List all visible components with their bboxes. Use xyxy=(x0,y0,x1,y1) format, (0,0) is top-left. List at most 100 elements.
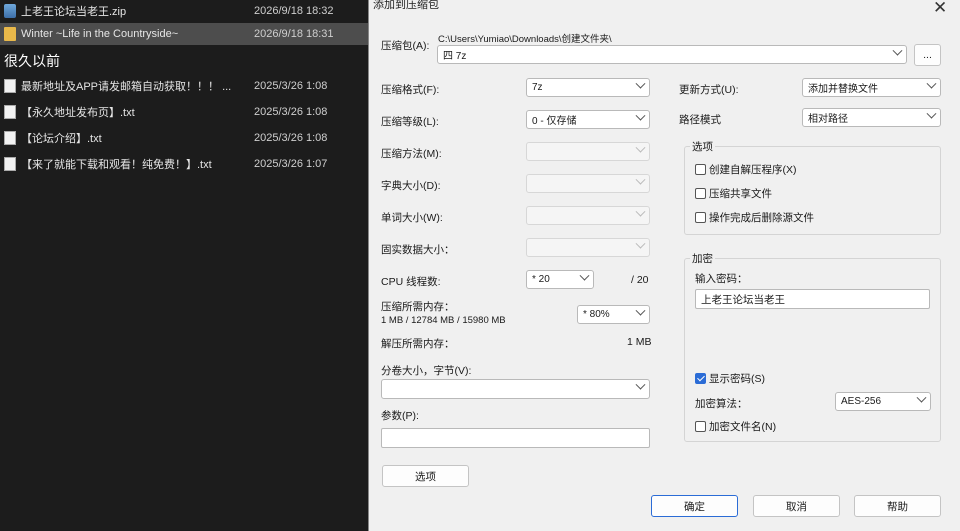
encrypt-names-checkbox[interactable]: 加密文件名(N) xyxy=(695,419,776,434)
sfx-checkbox[interactable]: 创建自解压程序(X) xyxy=(695,162,797,177)
dialog-title: 添加到压缩包 xyxy=(373,0,439,11)
chevron-down-icon xyxy=(635,207,646,217)
chevron-down-icon xyxy=(579,271,590,281)
show-password-checkbox[interactable]: 显示密码(S) xyxy=(695,371,765,386)
enc-method-value: AES-256 xyxy=(841,396,882,407)
options-group-title: 选项 xyxy=(690,139,715,154)
memcomp-value: * 80% xyxy=(583,309,610,320)
archive-label: 压缩包(A): xyxy=(381,40,430,52)
memcomp-detail: 1 MB / 12784 MB / 15980 MB xyxy=(381,315,506,326)
chevron-down-icon xyxy=(635,306,646,316)
encryption-group-title: 加密 xyxy=(690,251,715,266)
params-input[interactable] xyxy=(381,428,650,448)
file-row[interactable]: 上老王论坛当老王.zip 2026/9/18 18:32 xyxy=(0,0,370,22)
file-date: 2025/3/26 1:07 xyxy=(254,158,328,170)
chevron-down-icon xyxy=(635,79,646,89)
encrypt-names-label: 加密文件名(N) xyxy=(709,421,777,433)
archive-path: C:\Users\Yumiao\Downloads\创建文件夹\ xyxy=(438,34,612,45)
file-row[interactable]: 【来了就能下载和观看！纯免费！】.txt 2025/3/26 1:07 xyxy=(0,153,370,175)
chevron-down-icon xyxy=(635,380,646,390)
delete-after-label: 操作完成后删除源文件 xyxy=(709,212,814,224)
ok-button[interactable]: 确定 xyxy=(651,495,738,517)
chevron-down-icon xyxy=(635,111,646,121)
file-name: 【永久地址发布页】.txt xyxy=(21,107,135,119)
archive-name-combo[interactable]: 四 7z xyxy=(437,45,907,64)
file-date: 2026/9/18 18:31 xyxy=(254,28,334,40)
threads-total: / 20 xyxy=(631,274,649,286)
text-file-icon xyxy=(4,79,16,93)
update-select[interactable]: 添加并替换文件 xyxy=(802,78,941,97)
enc-method-label: 加密算法： xyxy=(695,398,748,410)
file-row[interactable]: 最新地址及APP请发邮箱自动获取！！！ ... 2025/3/26 1:08 xyxy=(0,75,370,97)
level-value: 0 - 仅存储 xyxy=(532,116,577,127)
file-row[interactable]: 【永久地址发布页】.txt 2025/3/26 1:08 xyxy=(0,101,370,123)
threads-value: * 20 xyxy=(532,274,550,285)
solid-label: 固实数据大小： xyxy=(381,244,455,256)
checkbox-icon xyxy=(695,164,706,175)
dict-label: 字典大小(D): xyxy=(381,180,441,192)
group-header[interactable]: 很久以前 xyxy=(4,51,60,71)
chevron-down-icon xyxy=(635,239,646,249)
archive-name-value: 四 7z xyxy=(443,51,467,62)
params-label: 参数(P): xyxy=(381,410,419,422)
enc-method-select[interactable]: AES-256 xyxy=(835,392,931,411)
checkbox-checked-icon xyxy=(695,373,706,384)
memcomp-select[interactable]: * 80% xyxy=(577,305,650,324)
file-date: 2025/3/26 1:08 xyxy=(254,106,328,118)
format-select[interactable]: 7z xyxy=(526,78,650,97)
text-file-icon xyxy=(4,131,16,145)
delete-after-checkbox[interactable]: 操作完成后删除源文件 xyxy=(695,210,814,225)
file-name: 【论坛介绍】.txt xyxy=(21,133,102,145)
memdecomp-value: 1 MB xyxy=(627,336,652,348)
show-password-label: 显示密码(S) xyxy=(709,373,765,385)
add-to-archive-dialog: 添加到压缩包 ✕ 压缩包(A): C:\Users\Yumiao\Downloa… xyxy=(368,0,960,531)
browse-button[interactable]: ... xyxy=(914,44,941,66)
level-select[interactable]: 0 - 仅存储 xyxy=(526,110,650,129)
chevron-down-icon xyxy=(926,79,937,89)
cancel-button[interactable]: 取消 xyxy=(753,495,840,517)
memdecomp-label: 解压所需内存： xyxy=(381,338,455,350)
shared-files-label: 压缩共享文件 xyxy=(709,188,772,200)
close-icon[interactable]: ✕ xyxy=(933,0,947,18)
update-label: 更新方式(U): xyxy=(679,84,739,96)
memcomp-label: 压缩所需内存： xyxy=(381,301,455,313)
chevron-down-icon xyxy=(892,46,903,56)
dict-select[interactable] xyxy=(526,174,650,193)
file-name: 最新地址及APP请发邮箱自动获取！！！ ... xyxy=(21,81,232,93)
help-button[interactable]: 帮助 xyxy=(854,495,941,517)
method-select[interactable] xyxy=(526,142,650,161)
file-name: 上老王论坛当老王.zip xyxy=(21,6,127,18)
chevron-down-icon xyxy=(916,393,927,403)
text-file-icon xyxy=(4,157,16,171)
zip-archive-icon xyxy=(4,4,16,18)
folder-name: Winter ~Life in the Countryside~ xyxy=(21,28,179,40)
password-input[interactable]: 上老王论坛当老王 xyxy=(695,289,930,309)
text-file-icon xyxy=(4,105,16,119)
file-row-selected[interactable]: Winter ~Life in the Countryside~ 2026/9/… xyxy=(0,23,370,45)
threads-label: CPU 线程数: xyxy=(381,276,441,288)
file-date: 2026/9/18 18:32 xyxy=(254,5,334,17)
pathmode-value: 相对路径 xyxy=(808,114,848,125)
method-label: 压缩方法(M): xyxy=(381,148,442,160)
checkbox-icon xyxy=(695,421,706,432)
word-label: 单词大小(W): xyxy=(381,212,443,224)
split-label: 分卷大小，字节(V): xyxy=(381,365,472,377)
options-button[interactable]: 选项 xyxy=(382,465,469,487)
format-label: 压缩格式(F): xyxy=(381,84,440,96)
file-row[interactable]: 【论坛介绍】.txt 2025/3/26 1:08 xyxy=(0,127,370,149)
checkbox-icon xyxy=(695,188,706,199)
level-label: 压缩等级(L): xyxy=(381,116,439,128)
threads-select[interactable]: * 20 xyxy=(526,270,594,289)
checkbox-icon xyxy=(695,212,706,223)
format-value: 7z xyxy=(532,82,543,93)
chevron-down-icon xyxy=(635,143,646,153)
pathmode-label: 路径模式 xyxy=(679,114,721,126)
shared-files-checkbox[interactable]: 压缩共享文件 xyxy=(695,186,772,201)
pathmode-select[interactable]: 相对路径 xyxy=(802,108,941,127)
solid-select[interactable] xyxy=(526,238,650,257)
update-value: 添加并替换文件 xyxy=(808,84,878,95)
sfx-label: 创建自解压程序(X) xyxy=(709,164,797,176)
word-select[interactable] xyxy=(526,206,650,225)
split-select[interactable] xyxy=(381,379,650,399)
chevron-down-icon xyxy=(926,109,937,119)
